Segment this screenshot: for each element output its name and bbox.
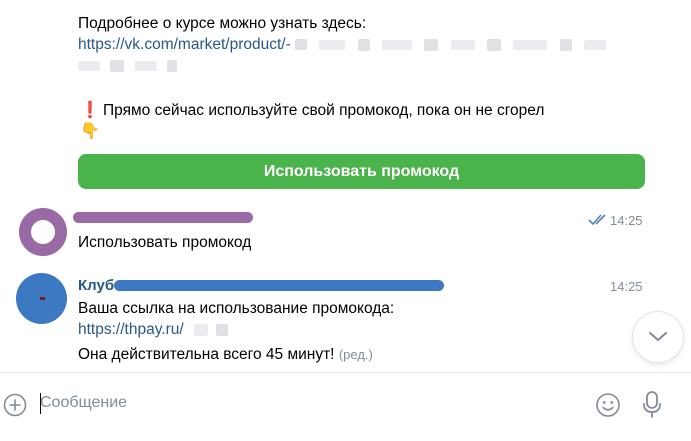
club-message-validity: Она действительна всего 45 минут! (ред.) <box>78 344 373 365</box>
promo-link-line: https://thpay.ru/ <box>78 319 229 340</box>
sender-name[interactable]: Клуб <box>78 277 114 294</box>
exclamation-icon: ❗ <box>80 102 100 119</box>
chevron-down-icon <box>649 332 667 342</box>
message-composer: Сообщение <box>0 372 691 441</box>
microphone-icon[interactable] <box>642 390 662 420</box>
point-down-icon: 👇 <box>80 123 100 140</box>
message-link-line: https://vk.com/market/product/- <box>78 34 606 55</box>
club-avatar[interactable] <box>16 273 67 324</box>
chat-history: Подробнее о курсе можно узнать здесь: ht… <box>0 0 691 372</box>
message-time: 14:25 <box>610 213 643 228</box>
message-text: Подробнее о курсе можно узнать здесь: <box>78 15 367 32</box>
edited-label: (ред.) <box>338 347 373 362</box>
redacted-club-name <box>114 280 444 291</box>
redacted-link <box>295 36 606 53</box>
message-input[interactable]: Сообщение <box>40 394 127 412</box>
promo-text: Прямо сейчас используйте свой промокод, … <box>103 102 545 119</box>
redacted-sender-name <box>73 212 253 223</box>
product-link[interactable]: https://vk.com/market/product/- <box>78 36 291 53</box>
smile-icon[interactable] <box>595 392 621 418</box>
avatar[interactable] <box>19 208 67 256</box>
club-message-line: Ваша ссылка на использование промокода: <box>78 300 395 317</box>
use-promo-button[interactable]: Использовать промокод <box>78 154 645 189</box>
add-circle-icon[interactable] <box>3 393 27 417</box>
validity-text: Она действительна всего 45 минут! <box>78 346 335 363</box>
user-message-text: Использовать промокод <box>78 234 252 251</box>
redacted-link-cont <box>78 55 177 76</box>
promo-link[interactable]: https://thpay.ru/ <box>78 321 184 338</box>
double-check-icon <box>588 214 606 226</box>
scroll-down-button[interactable] <box>633 312 683 362</box>
message-time: 14:25 <box>610 279 643 294</box>
